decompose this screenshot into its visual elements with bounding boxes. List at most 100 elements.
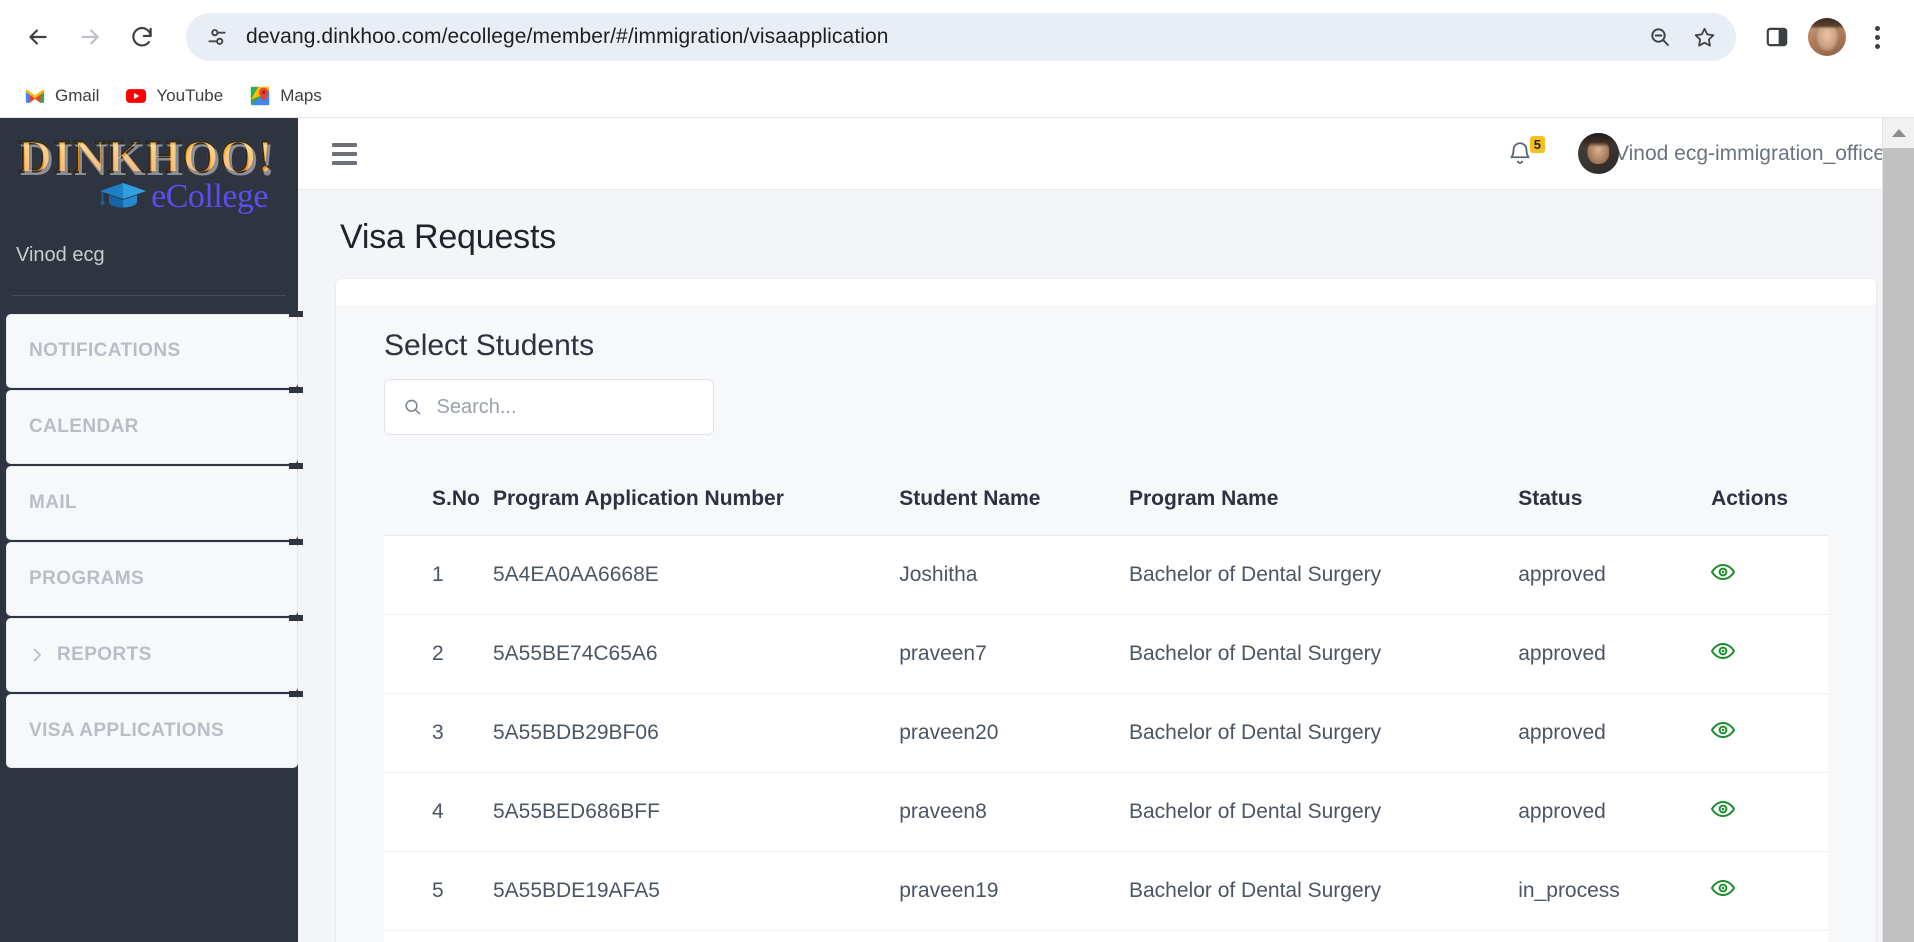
cell-app-number: 5A55BE74C65A6 [492, 614, 900, 694]
app-viewport: DINKHOO! eCollege Vinod ecg NOTIFICATION… [0, 118, 1914, 942]
cell-status: approved [1518, 693, 1712, 773]
scrollbar-thumb[interactable] [1883, 148, 1914, 942]
eye-icon[interactable] [1710, 799, 1736, 819]
logo-ecollege-text: eCollege [151, 178, 268, 215]
table-row: 3 5A55BDB29BF06 praveen20 Bachelor of Denta… [384, 693, 1828, 773]
reload-button[interactable] [118, 13, 166, 61]
cell-sno: 6 [384, 930, 493, 942]
sidebar-item-label: MAIL [29, 492, 78, 513]
eye-icon[interactable] [1710, 720, 1736, 740]
side-panel-icon[interactable] [1754, 14, 1800, 60]
sidebar-item-mail[interactable]: MAIL [6, 463, 303, 540]
cell-app-number: 5A4EA0AA6668E [492, 535, 900, 615]
sidebar-item-programs[interactable]: PROGRAMS [6, 539, 303, 616]
address-bar[interactable]: devang.dinkhoo.com/ecollege/member/#/imm… [186, 13, 1736, 61]
search-icon [405, 399, 421, 415]
eye-icon[interactable] [1710, 641, 1736, 661]
forward-button[interactable] [66, 13, 114, 61]
app-logo[interactable]: DINKHOO! eCollege [0, 118, 298, 224]
browser-chrome: devang.dinkhoo.com/ecollege/member/#/imm… [0, 0, 1914, 118]
column-header-student[interactable]: Student Name [899, 463, 1129, 536]
column-header-app-number[interactable]: Program Application Number [492, 463, 900, 536]
notification-count-badge: 5 [1529, 136, 1545, 153]
cell-actions [1710, 535, 1828, 615]
cell-sno: 5 [384, 851, 493, 931]
column-header-actions[interactable]: Actions [1711, 463, 1828, 536]
avatar [1577, 133, 1619, 174]
toolbar-right-actions [1744, 14, 1900, 60]
bookmark-youtube[interactable]: YouTube [115, 79, 233, 113]
cell-actions [1710, 772, 1828, 852]
column-header-sno[interactable]: S.No [384, 463, 493, 536]
back-button[interactable] [14, 13, 62, 61]
visa-requests-table: S.No Program Application Number Student … [384, 463, 1828, 942]
cell-student: praveen19 [899, 851, 1129, 931]
zoom-out-icon[interactable] [1638, 15, 1682, 59]
cell-program: Bachelor of Dental Surgery [1128, 772, 1519, 852]
bookmark-label: YouTube [156, 85, 224, 105]
hamburger-icon[interactable] [328, 137, 361, 171]
table-header-row: S.No Program Application Number Student … [384, 463, 1828, 536]
sidebar-item-label: VISA APPLICATIONS [29, 720, 225, 741]
eye-icon[interactable] [1710, 878, 1736, 898]
cell-student: praveen7 [899, 614, 1129, 694]
cell-actions [1710, 614, 1828, 694]
page-content: Visa Requests Select Students Search... … [298, 190, 1914, 942]
cell-sno: 1 [384, 535, 493, 615]
cell-program: Bachelor of Dental Surgery [1128, 535, 1519, 615]
cell-app-number: 5A55C27972D73 [492, 930, 900, 942]
sidebar-item-reports[interactable]: REPORTS [6, 615, 303, 692]
table-head: S.No Program Application Number Student … [384, 463, 1828, 536]
select-students-panel: Select Students S.No Program Applica [336, 305, 1876, 942]
main-area: 5 Vinod ecg-immigration_officer Visa Req… [298, 118, 1914, 942]
sidebar-item-label: REPORTS [57, 644, 152, 665]
bookmark-gmail[interactable]: Gmail [14, 79, 109, 113]
nav-notch [289, 691, 303, 697]
nav-notch [289, 311, 303, 317]
scrollbar-up-arrow[interactable] [1883, 118, 1914, 148]
cell-app-number: 5A55BED686BFF [492, 772, 900, 852]
search-input[interactable] [436, 395, 695, 419]
graduation-cap-icon [100, 183, 147, 208]
cell-student: praveen8 [899, 772, 1129, 852]
nav-notch [289, 387, 303, 393]
bookmark-maps[interactable]: Maps [239, 79, 332, 113]
sidebar-nav: NOTIFICATIONS CALENDAR MAIL PROGRAMS REP… [0, 296, 303, 770]
page-title: Visa Requests [340, 218, 557, 256]
tune-icon[interactable] [204, 24, 230, 50]
table-row: 1 5A4EA0AA6668E Joshitha Bachelor of Dental… [384, 535, 1828, 615]
page-scrollbar[interactable] [1882, 118, 1914, 942]
sidebar-item-label: CALENDAR [29, 416, 139, 437]
cell-status: in_process [1518, 851, 1712, 931]
sidebar-item-label: PROGRAMS [29, 568, 145, 589]
sidebar-item-notifications[interactable]: NOTIFICATIONS [6, 311, 303, 388]
sidebar-user-name: Vinod ecg [16, 244, 105, 266]
bell-icon [1510, 141, 1530, 164]
cell-status: approved [1518, 772, 1712, 852]
sidebar-item-label: NOTIFICATIONS [29, 340, 181, 361]
bookmark-star-icon[interactable] [1682, 15, 1726, 59]
cell-sno: 4 [384, 772, 493, 852]
user-name-label: Vinod ecg-immigration_officer [1614, 141, 1892, 165]
cell-sno: 2 [384, 614, 493, 694]
browser-profile-avatar[interactable] [1808, 18, 1846, 56]
cell-program: Bachelor of Dental Surgery [1128, 614, 1519, 694]
search-box[interactable] [384, 379, 714, 435]
column-header-status[interactable]: Status [1518, 463, 1712, 536]
sidebar-item-visa-applications[interactable]: VISA APPLICATIONS [6, 691, 303, 768]
eye-icon[interactable] [1710, 562, 1736, 582]
notifications-button[interactable]: 5 [1507, 136, 1548, 168]
cell-student: praveen20 [899, 693, 1129, 773]
column-header-program[interactable]: Program Name [1128, 463, 1519, 536]
logo-dinkhoo-text: DINKHOO! [17, 131, 275, 183]
table-row: 5 5A55BDE19AFA5 praveen19 Bachelor of Denta… [384, 851, 1828, 931]
visa-requests-card: Select Students S.No Program Applica [336, 279, 1876, 942]
user-profile-menu[interactable]: Vinod ecg-immigration_officer [1577, 133, 1892, 174]
sidebar-item-calendar[interactable]: CALENDAR [6, 387, 303, 464]
cell-app-number: 5A55BDB29BF06 [492, 693, 900, 773]
cell-actions [1711, 930, 1828, 942]
nav-notch [289, 463, 303, 469]
kebab-menu-icon[interactable] [1854, 14, 1900, 60]
bookmark-label: Gmail [55, 85, 100, 105]
table-row: 65A55C27972D73praveen9Bachelor of Dental… [384, 930, 1828, 942]
